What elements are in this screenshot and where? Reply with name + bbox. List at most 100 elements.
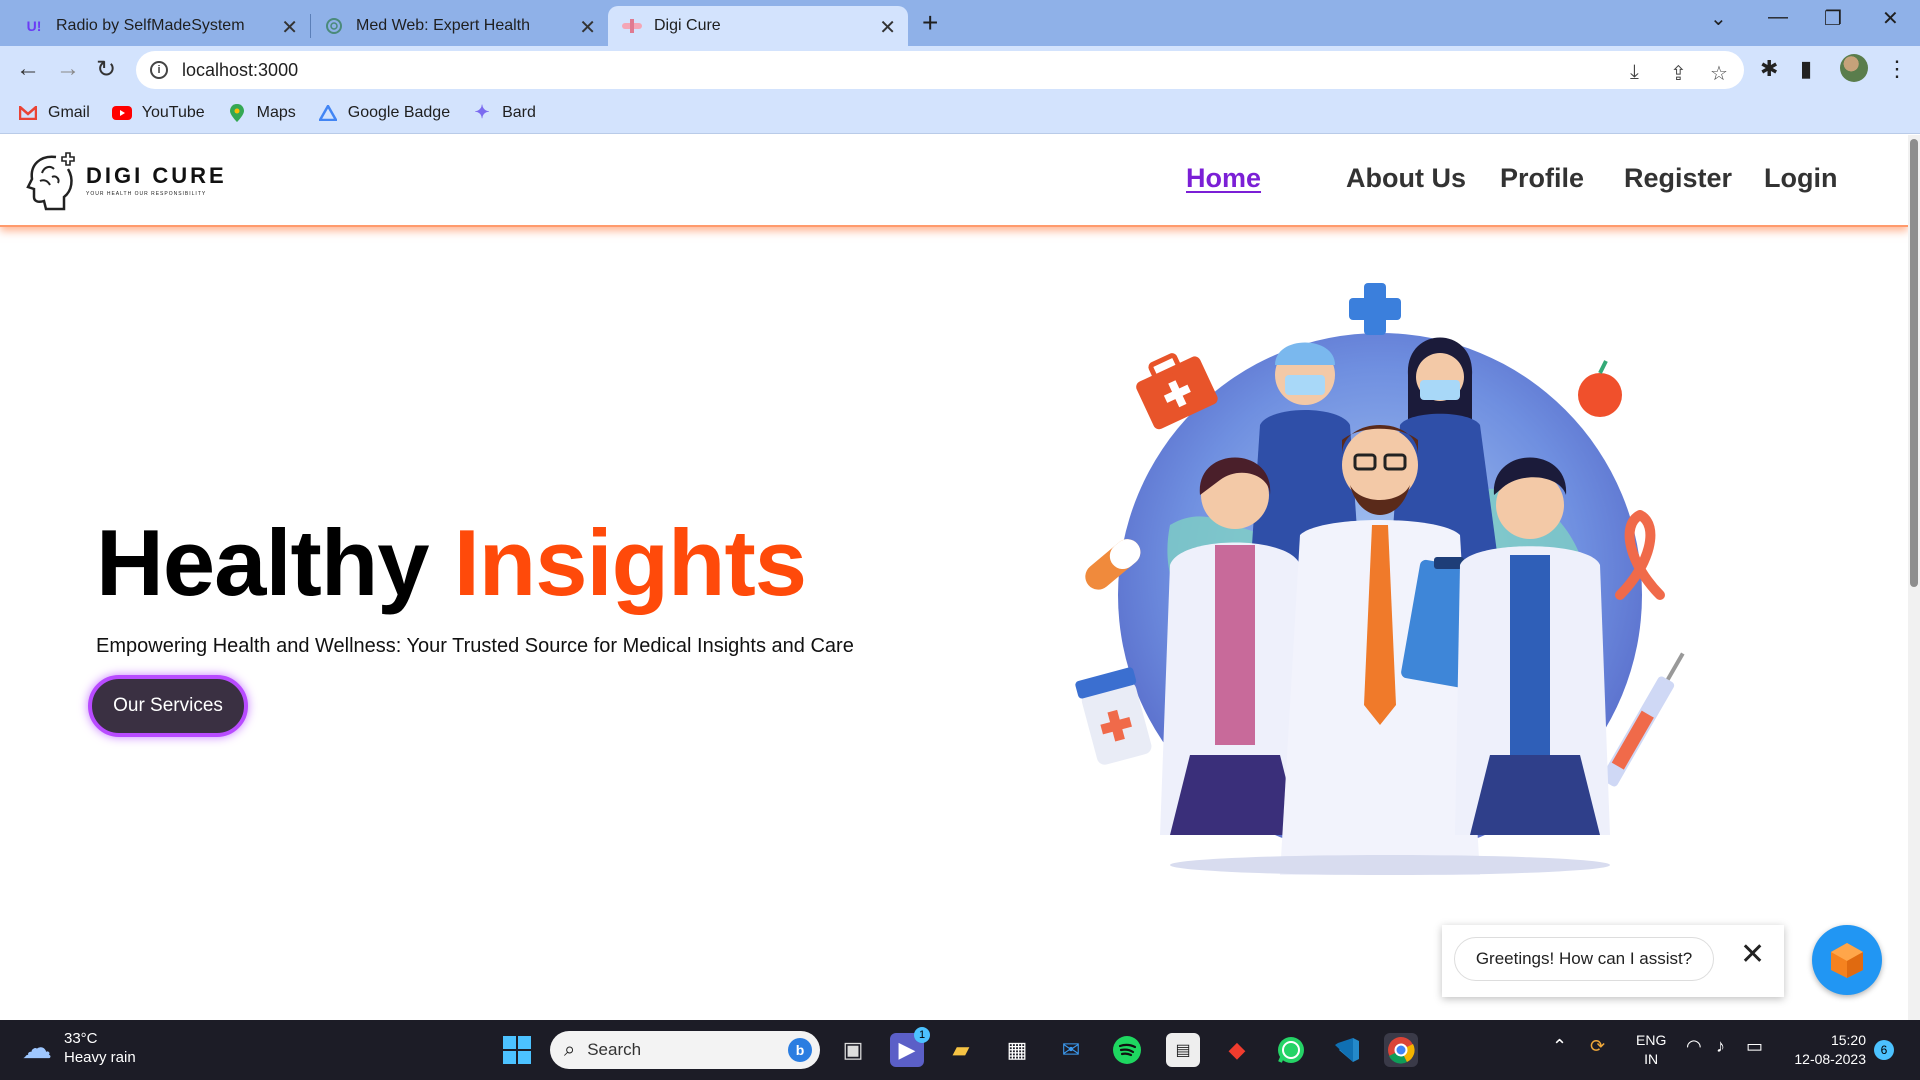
- back-icon[interactable]: ←: [16, 55, 40, 83]
- clock-date: 12-08-2023: [1794, 1051, 1866, 1067]
- bookmark-google-badge[interactable]: Google Badge: [318, 104, 450, 122]
- start-button[interactable]: [500, 1033, 534, 1067]
- chrome-icon[interactable]: [1384, 1033, 1418, 1067]
- reload-icon[interactable]: ↻: [96, 55, 116, 84]
- hero-title-part1: Healthy: [96, 510, 430, 615]
- language-indicator[interactable]: ENG IN: [1636, 1031, 1666, 1069]
- web-page: DIGI CURE YOUR HEALTH OUR RESPONSIBILITY…: [0, 135, 1908, 1020]
- bookmark-label: YouTube: [141, 103, 205, 121]
- hero-title: Healthy Insights: [96, 509, 807, 617]
- chat-close-icon[interactable]: ✕: [1740, 937, 1765, 972]
- tab-title: Med Web: Expert Health: [356, 17, 531, 34]
- nav-about-us[interactable]: About Us: [1346, 163, 1466, 194]
- sync-icon[interactable]: ⟳: [1590, 1036, 1605, 1057]
- share-icon[interactable]: ⇪: [1670, 61, 1687, 86]
- page-scrollbar[interactable]: [1908, 135, 1920, 1020]
- search-icon: ⌕: [564, 1038, 576, 1061]
- extensions-icon[interactable]: ✱: [1760, 56, 1778, 82]
- browser-tab-bar: U! Radio by SelfMadeSystem ✕ Med Web: Ex…: [0, 0, 1920, 46]
- site-info-icon[interactable]: i: [150, 61, 168, 79]
- bookmark-label: Maps: [256, 103, 296, 121]
- close-icon[interactable]: ✕: [879, 15, 896, 40]
- scrollbar-thumb[interactable]: [1910, 139, 1918, 587]
- wifi-icon[interactable]: ◠: [1686, 1036, 1702, 1057]
- browser-toolbar: ← → ↻ i localhost:3000 ⤓ ⇪ ☆ ✱ ▮ ⋮: [0, 46, 1920, 92]
- vscode-icon[interactable]: [1330, 1033, 1364, 1067]
- install-icon[interactable]: ⤓: [1630, 61, 1639, 84]
- teams-chat-icon[interactable]: ▶ 1: [890, 1027, 930, 1067]
- bookmark-label: Bard: [502, 103, 536, 121]
- chat-greeting-text[interactable]: Greetings! How can I assist?: [1454, 937, 1714, 981]
- logo-tagline: YOUR HEALTH OUR RESPONSIBILITY: [86, 191, 207, 197]
- task-view-icon[interactable]: ▣: [836, 1033, 870, 1067]
- volume-icon[interactable]: ♪: [1716, 1036, 1725, 1057]
- menu-dots-icon[interactable]: ⋮: [1886, 56, 1908, 82]
- bookmark-youtube[interactable]: YouTube: [111, 103, 205, 122]
- new-tab-button[interactable]: +: [922, 7, 938, 39]
- bookmark-label: Google Badge: [347, 103, 451, 121]
- tab-search-chevron-icon[interactable]: ⌄: [1710, 6, 1727, 31]
- chatbot-cube-icon: [1831, 943, 1863, 978]
- nav-home[interactable]: Home: [1186, 163, 1261, 194]
- bookmark-bard[interactable]: ✦ Bard: [472, 102, 536, 122]
- bard-icon: ✦: [474, 102, 490, 122]
- mail-icon[interactable]: ✉: [1054, 1033, 1088, 1067]
- youtube-icon: [111, 104, 132, 122]
- weather-temp: 33°C: [64, 1030, 98, 1047]
- whatsapp-icon[interactable]: [1274, 1033, 1308, 1067]
- rain-cloud-icon: ☁: [22, 1031, 52, 1065]
- windows-logo-icon: [503, 1036, 531, 1064]
- lang-region: IN: [1644, 1051, 1659, 1067]
- nav-profile[interactable]: Profile: [1500, 163, 1584, 194]
- profile-avatar[interactable]: [1840, 54, 1868, 82]
- close-icon[interactable]: ✕: [579, 15, 596, 40]
- forward-icon[interactable]: →: [56, 55, 80, 83]
- chat-greeting-popup: Greetings! How can I assist? ✕: [1442, 925, 1784, 997]
- lang-code: ENG: [1636, 1032, 1667, 1048]
- logo-title: DIGI CURE: [86, 163, 227, 188]
- bookmark-maps[interactable]: Maps: [227, 103, 296, 122]
- chatbot-launcher-button[interactable]: [1812, 925, 1882, 995]
- notification-badge[interactable]: 6: [1874, 1040, 1894, 1060]
- battery-icon[interactable]: ▭: [1746, 1036, 1763, 1057]
- microsoft-store-icon[interactable]: ▦: [1000, 1033, 1034, 1067]
- tab-med-web[interactable]: Med Web: Expert Health ✕: [310, 6, 608, 46]
- bookmark-label: Gmail: [48, 103, 90, 121]
- hero-subtitle: Empowering Health and Wellness: Your Tru…: [96, 635, 854, 657]
- maps-icon: [227, 103, 247, 122]
- google-badge-icon: [318, 104, 338, 122]
- nav-login[interactable]: Login: [1764, 163, 1837, 194]
- nav-register[interactable]: Register: [1624, 163, 1732, 194]
- restore-icon[interactable]: ❐: [1824, 6, 1842, 31]
- taskbar-search[interactable]: ⌕ Search b: [550, 1031, 820, 1069]
- site-header: DIGI CURE YOUR HEALTH OUR RESPONSIBILITY…: [0, 135, 1908, 227]
- close-icon[interactable]: ✕: [281, 15, 298, 40]
- bookmark-star-icon[interactable]: ☆: [1710, 61, 1728, 86]
- anydesk-icon[interactable]: ◆: [1220, 1033, 1254, 1067]
- tab-radio[interactable]: U! Radio by SelfMadeSystem ✕: [10, 6, 310, 46]
- bookmarks-bar: Gmail YouTube Maps Google Badge ✦ Bard: [0, 92, 1920, 134]
- window-close-icon[interactable]: ✕: [1882, 6, 1899, 31]
- search-placeholder: Search: [587, 1040, 642, 1059]
- bookmark-gmail[interactable]: Gmail: [18, 104, 90, 122]
- digicure-favicon-icon: [622, 16, 642, 36]
- site-logo[interactable]: DIGI CURE YOUR HEALTH OUR RESPONSIBILITY: [26, 149, 227, 211]
- minimize-icon[interactable]: —: [1768, 6, 1788, 29]
- tab-title: Digi Cure: [654, 17, 721, 34]
- weather-widget[interactable]: ☁ 33°C Heavy rain: [22, 1030, 136, 1066]
- url-text: localhost:3000: [182, 59, 299, 80]
- side-panel-icon[interactable]: ▮: [1800, 56, 1812, 82]
- tab-digi-cure[interactable]: Digi Cure ✕: [608, 6, 908, 46]
- our-services-button[interactable]: Our Services: [88, 675, 248, 737]
- teams-badge: 1: [914, 1027, 930, 1043]
- ui-logo-icon: U!: [26, 18, 42, 34]
- address-bar[interactable]: i localhost:3000 ⤓ ⇪ ☆: [136, 51, 1744, 89]
- openai-icon: [324, 16, 344, 36]
- windows-taskbar: ☁ 33°C Heavy rain ⌕ Search b ▣ ▶ 1 ▰ ▦ ✉…: [0, 1020, 1920, 1080]
- app-icon[interactable]: ▤: [1166, 1033, 1200, 1067]
- file-explorer-icon[interactable]: ▰: [944, 1033, 978, 1067]
- spotify-icon[interactable]: [1110, 1033, 1144, 1067]
- show-hidden-icons-chevron-icon[interactable]: ⌃: [1552, 1036, 1567, 1057]
- brain-head-logo-icon: [26, 152, 75, 211]
- clock[interactable]: 15:20 12-08-2023: [1786, 1031, 1866, 1069]
